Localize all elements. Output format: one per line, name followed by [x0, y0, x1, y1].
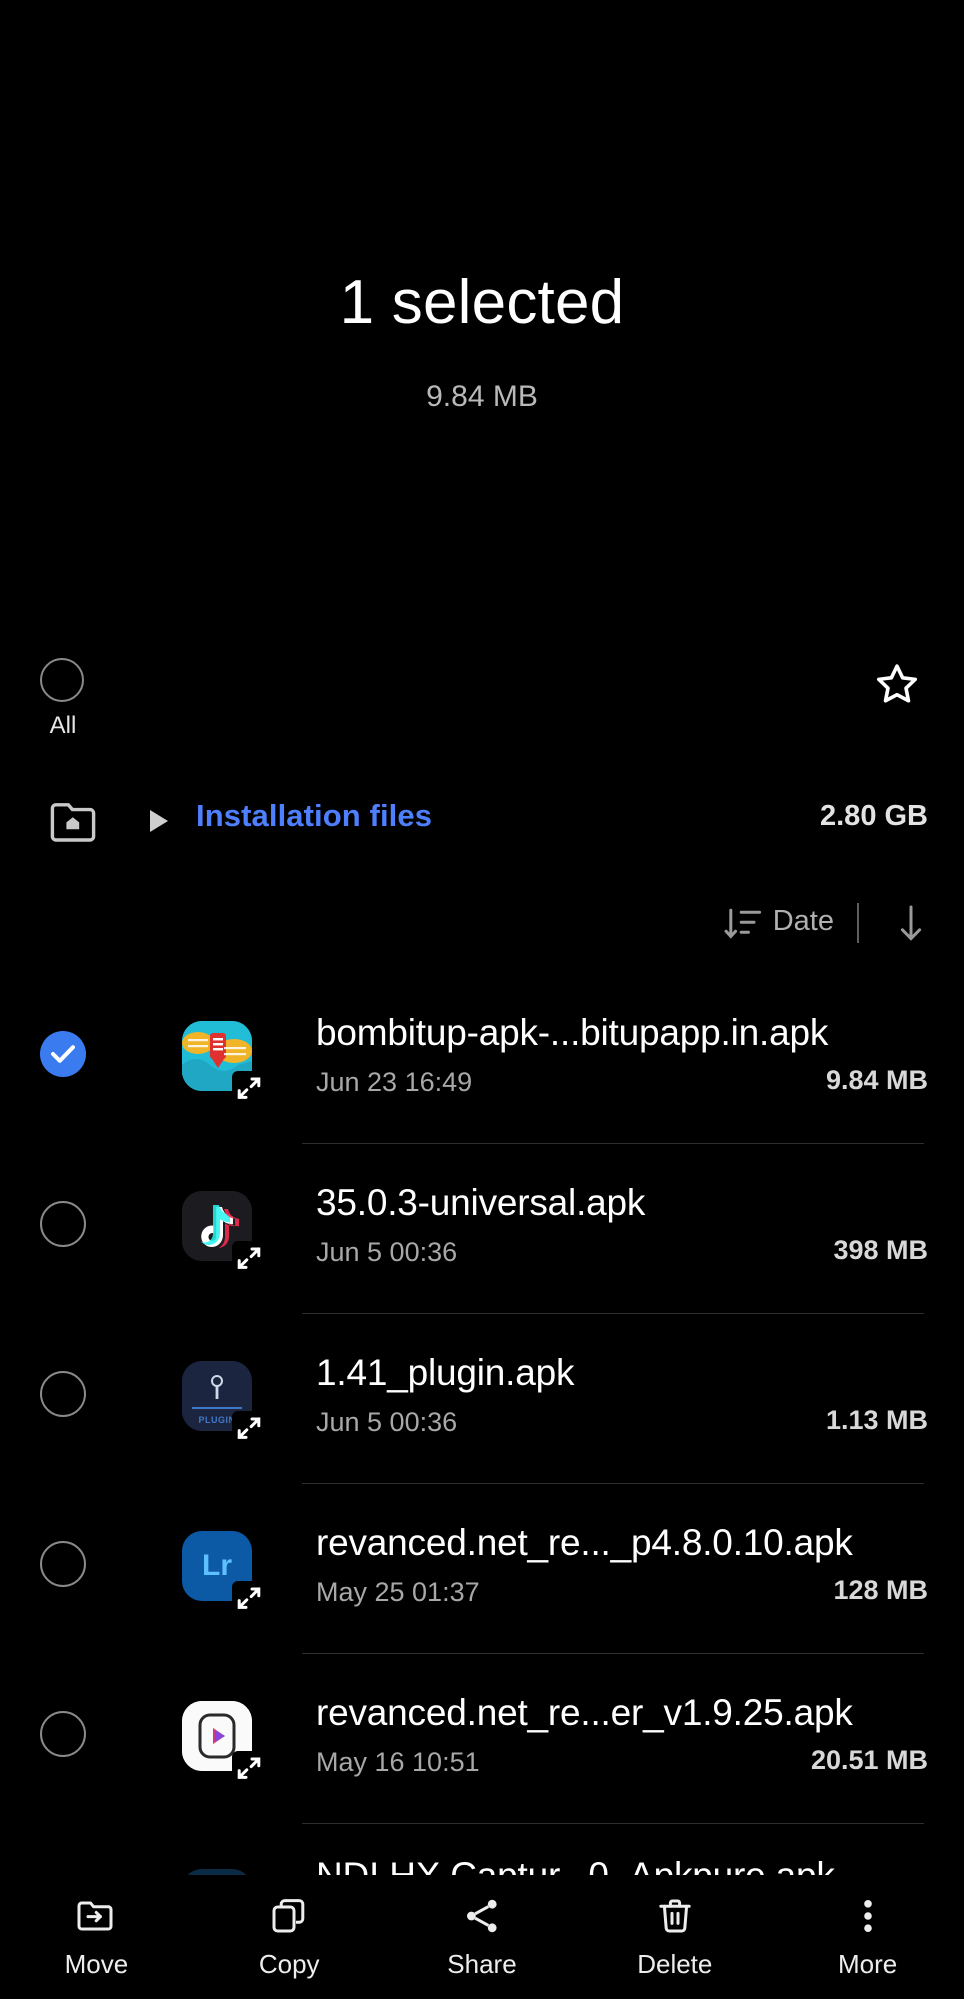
share-icon	[461, 1895, 503, 1937]
row-separator	[302, 1143, 924, 1144]
copy-label: Copy	[258, 1948, 320, 1979]
row-checkbox[interactable]	[40, 1201, 86, 1247]
chevron-right-icon	[150, 810, 168, 832]
file-date: May 25 01:37	[316, 1577, 480, 1607]
arrow-down-icon[interactable]	[892, 901, 930, 945]
select-all-checkbox[interactable]	[40, 658, 84, 702]
sort-icon[interactable]	[724, 907, 762, 941]
move-to-folder-icon	[75, 1895, 117, 1937]
row-separator	[302, 1653, 924, 1654]
file-date: Jun 23 16:49	[316, 1067, 473, 1097]
breadcrumb-folder-size: 2.80 GB	[820, 800, 928, 832]
sort-bar: Date	[0, 895, 964, 959]
row-separator	[302, 1313, 924, 1314]
move-button[interactable]: Move	[0, 1875, 193, 1999]
more-button[interactable]: More	[771, 1875, 964, 1999]
delete-button[interactable]: Delete	[578, 1875, 771, 1999]
file-date: Jun 5 00:36	[316, 1237, 458, 1267]
share-button[interactable]: Share	[386, 1875, 579, 1999]
file-name: 35.0.3-universal.apk	[316, 1182, 646, 1223]
lightroom-icon-label: Lr	[202, 1549, 232, 1582]
file-name: bombitup-apk-...bitupapp.in.apk	[316, 1012, 829, 1053]
breadcrumb-folder-name[interactable]: Installation files	[196, 798, 432, 834]
file-name: revanced.net_re..._p4.8.0.10.apk	[316, 1522, 853, 1563]
star-icon[interactable]	[870, 658, 924, 712]
table-row[interactable]: 35.0.3-universal.apk Jun 5 00:36 398 MB	[0, 1145, 964, 1315]
file-manager-screen: 1 selected 9.84 MB All Installation file…	[0, 0, 964, 1999]
move-label: Move	[64, 1948, 129, 1979]
file-size: 1.13 MB	[825, 1405, 928, 1435]
row-checkbox[interactable]	[40, 1371, 86, 1417]
breadcrumb: Installation files 2.80 GB	[0, 790, 964, 860]
expand-arrows-icon	[232, 1071, 266, 1105]
row-checkbox[interactable]	[40, 1711, 86, 1757]
file-size: 20.51 MB	[810, 1745, 928, 1775]
more-vertical-icon	[847, 1895, 889, 1937]
file-size: 9.84 MB	[825, 1065, 928, 1095]
table-row[interactable]: bombitup-apk-...bitupapp.in.apk Jun 23 1…	[0, 975, 964, 1145]
selection-size-subtitle: 9.84 MB	[426, 380, 538, 413]
page-title: 1 selected	[339, 268, 625, 337]
sort-divider	[857, 903, 859, 943]
expand-arrows-icon	[232, 1241, 266, 1275]
copy-icon	[268, 1895, 310, 1937]
file-name: 1.41_plugin.apk	[316, 1352, 575, 1393]
more-label: More	[837, 1948, 898, 1979]
row-checkbox[interactable]	[40, 1541, 86, 1587]
file-date: May 16 10:51	[316, 1747, 480, 1777]
sort-field-label[interactable]: Date	[773, 905, 834, 938]
row-separator	[302, 1483, 924, 1484]
table-row[interactable]: Lr revanced.net_re..._p4.8.0.10.apk May …	[0, 1485, 964, 1655]
delete-trash-icon	[654, 1895, 696, 1937]
file-list[interactable]: bombitup-apk-...bitupapp.in.apk Jun 23 1…	[0, 975, 964, 1855]
file-size: 128 MB	[833, 1575, 928, 1605]
file-date: Jun 5 00:36	[316, 1407, 458, 1437]
copy-button[interactable]: Copy	[193, 1875, 386, 1999]
home-folder-icon[interactable]	[48, 796, 106, 848]
table-row[interactable]: PLUGIN 1.41_plugin.apk Jun 5 00:36 1.13 …	[0, 1315, 964, 1485]
row-checkbox[interactable]	[40, 1031, 86, 1077]
action-toolbar: Move Copy Share Delete More	[0, 1875, 964, 1999]
plugin-icon-underline	[192, 1407, 242, 1409]
select-all-label: All	[49, 712, 77, 739]
share-label: Share	[447, 1948, 517, 1979]
expand-arrows-icon	[232, 1581, 266, 1615]
delete-label: Delete	[637, 1948, 713, 1979]
selection-header: 1 selected 9.84 MB	[0, 0, 964, 560]
file-name: revanced.net_re...er_v1.9.25.apk	[316, 1692, 853, 1733]
expand-arrows-icon	[232, 1411, 266, 1445]
file-size: 398 MB	[833, 1235, 928, 1265]
select-all-row: All	[0, 640, 964, 750]
table-row[interactable]: revanced.net_re...er_v1.9.25.apk May 16 …	[0, 1655, 964, 1825]
expand-arrows-icon	[232, 1751, 266, 1785]
row-separator	[302, 1823, 924, 1824]
